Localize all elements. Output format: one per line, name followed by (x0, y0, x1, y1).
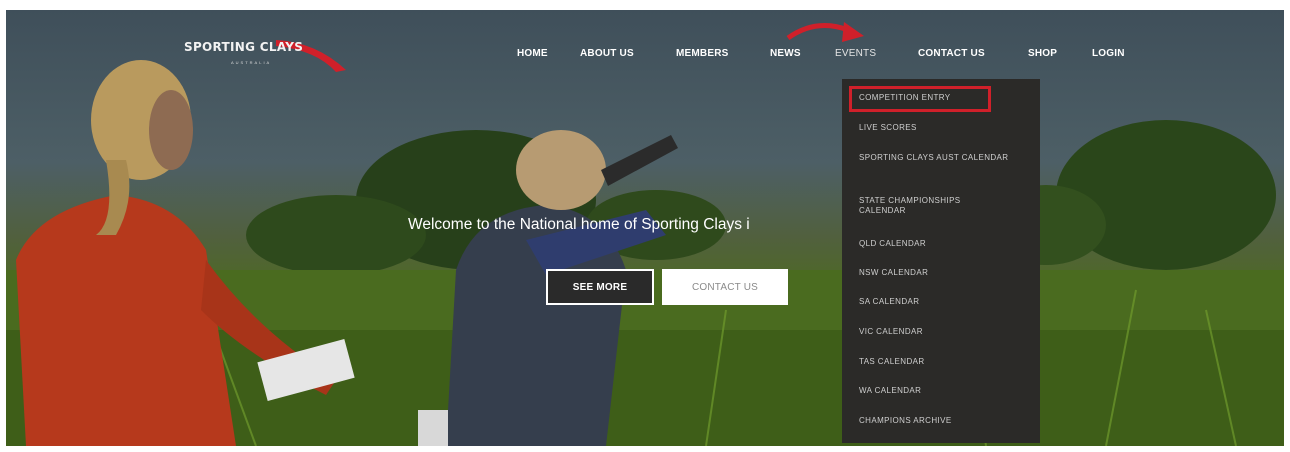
dropdown-item-sa-calendar[interactable]: SA CALENDAR (859, 297, 1009, 307)
dropdown-item-qld-calendar[interactable]: QLD CALENDAR (859, 239, 1009, 249)
events-dropdown-menu: COMPETITION ENTRY LIVE SCORES SPORTING C… (842, 79, 1040, 443)
nav-home[interactable]: HOME (517, 48, 548, 59)
hero-banner: SPORTING CLAYS AUSTRALIA HOME ABOUT US M… (6, 10, 1284, 446)
dropdown-item-vic-calendar[interactable]: VIC CALENDAR (859, 327, 1009, 337)
nav-events[interactable]: EVENTS (835, 48, 876, 59)
dropdown-item-champions-archive[interactable]: CHAMPIONS ARCHIVE (859, 416, 1009, 426)
nav-login[interactable]: LOGIN (1092, 48, 1125, 59)
hero-headline: Welcome to the National home of Sporting… (408, 216, 750, 233)
dropdown-item-live-scores[interactable]: LIVE SCORES (859, 123, 1009, 133)
dropdown-item-competition-entry[interactable]: COMPETITION ENTRY (859, 93, 1009, 103)
see-more-button[interactable]: SEE MORE (546, 269, 654, 305)
dropdown-item-sporting-clays-aust-calendar[interactable]: SPORTING CLAYS AUST CALENDAR (859, 153, 1009, 163)
dropdown-item-wa-calendar[interactable]: WA CALENDAR (859, 386, 1009, 396)
nav-members[interactable]: MEMBERS (676, 48, 729, 59)
dropdown-item-state-championships-calendar[interactable]: STATE CHAMPIONSHIPS CALENDAR (859, 196, 1009, 216)
contact-us-button[interactable]: CONTACT US (662, 269, 788, 305)
dropdown-item-tas-calendar[interactable]: TAS CALENDAR (859, 357, 1009, 367)
nav-shop[interactable]: SHOP (1028, 48, 1057, 59)
nav-news[interactable]: NEWS (770, 48, 801, 59)
nav-contact-us[interactable]: CONTACT US (918, 48, 985, 59)
brand-logo[interactable]: SPORTING CLAYS (184, 40, 303, 54)
dropdown-item-nsw-calendar[interactable]: NSW CALENDAR (859, 268, 1009, 278)
nav-about-us[interactable]: ABOUT US (580, 48, 634, 59)
brand-logo-subtext: AUSTRALIA (231, 60, 272, 65)
